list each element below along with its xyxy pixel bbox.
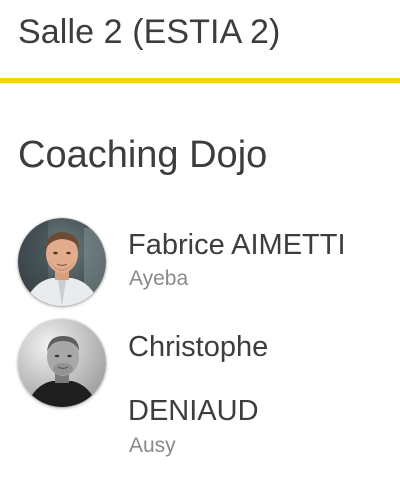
speaker-photo — [18, 218, 106, 306]
speaker-item[interactable]: Fabrice AIMETTI Ayeba — [0, 214, 400, 306]
speaker-name-last[interactable]: DENIAUD — [128, 394, 259, 429]
speaker-item[interactable]: Christophe DENIAUD Ausy — [0, 316, 400, 466]
room-accent-bar — [0, 78, 400, 83]
speaker-name-first[interactable]: Christophe — [128, 330, 268, 365]
room-title: Salle 2 (ESTIA 2) — [18, 13, 281, 51]
session-title[interactable]: Coaching Dojo — [18, 134, 267, 177]
room-header: Salle 2 (ESTIA 2) — [0, 0, 400, 78]
speaker-photo-grayscale — [18, 319, 106, 407]
speaker-name[interactable]: Fabrice AIMETTI — [128, 228, 346, 263]
session-card: Salle 2 (ESTIA 2) Coaching Dojo Fabrice … — [0, 0, 400, 481]
speaker-avatar[interactable] — [18, 218, 106, 306]
speaker-company: Ayeba — [129, 267, 189, 290]
speaker-company: Ausy — [129, 434, 176, 457]
speaker-avatar[interactable] — [18, 319, 106, 407]
